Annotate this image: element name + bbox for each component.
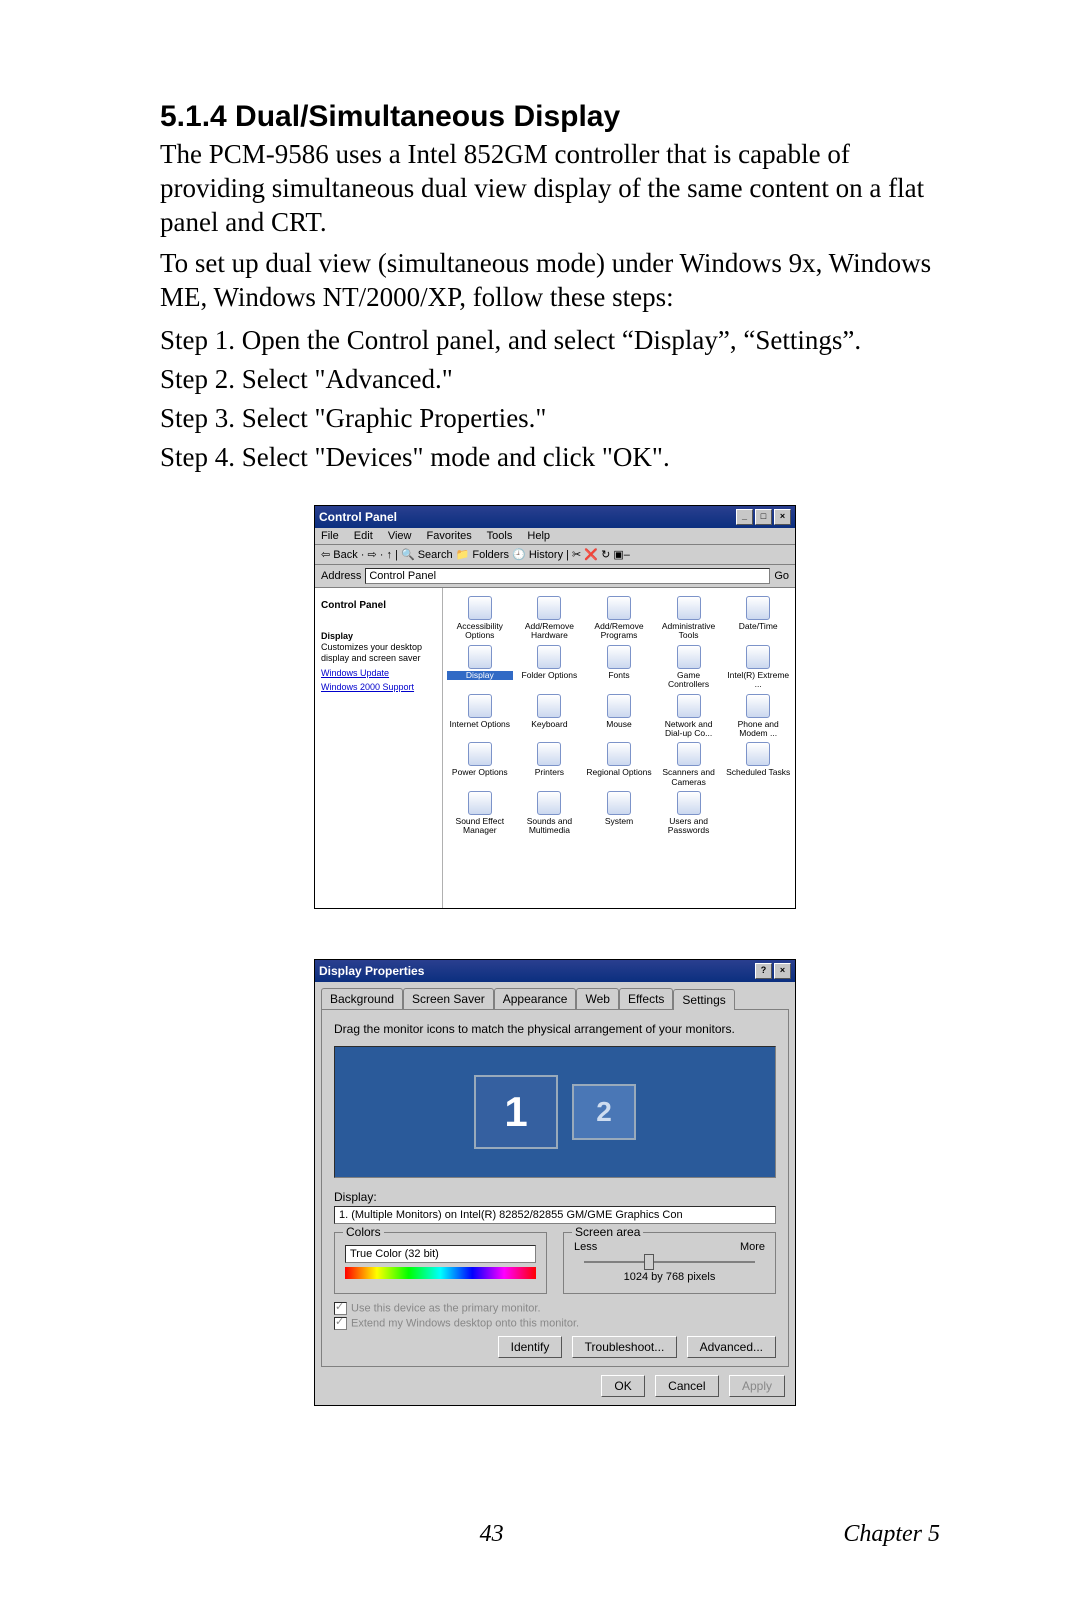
menu-edit[interactable]: Edit	[354, 530, 373, 542]
more-label: More	[740, 1241, 765, 1253]
monitor-1[interactable]: 1	[474, 1075, 558, 1149]
cp-icon[interactable]: Network and Dial-up Co...	[656, 694, 722, 739]
tab-strip: BackgroundScreen SaverAppearanceWebEffec…	[315, 982, 795, 1009]
color-spectrum	[345, 1267, 536, 1279]
cp-icon[interactable]: Power Options	[447, 742, 513, 787]
screen-area-label: Screen area	[572, 1225, 643, 1239]
menu-tools[interactable]: Tools	[487, 530, 513, 542]
primary-monitor-checkbox[interactable]	[334, 1302, 347, 1315]
display-label: Display:	[334, 1190, 776, 1204]
window-title: Control Panel	[319, 510, 397, 524]
maximize-button[interactable]: □	[755, 509, 772, 525]
menu-bar[interactable]: File Edit View Favorites Tools Help	[315, 528, 795, 545]
cancel-button[interactable]: Cancel	[655, 1375, 718, 1397]
close-button[interactable]: ×	[774, 963, 791, 979]
cp-icon[interactable]: Add/Remove Hardware	[517, 596, 583, 641]
link-windows-update[interactable]: Windows Update	[321, 668, 436, 678]
cp-icon[interactable]: Fonts	[586, 645, 652, 690]
section-heading: 5.1.4 Dual/Simultaneous Display	[160, 100, 950, 134]
tab-web[interactable]: Web	[576, 988, 618, 1009]
control-panel-window: Control Panel _ □ × File Edit View Favor…	[314, 505, 796, 909]
resolution-value: 1024 by 768 pixels	[574, 1271, 765, 1283]
step-2: Step 2. Select "Advanced."	[160, 362, 950, 397]
cp-icon[interactable]: Keyboard	[517, 694, 583, 739]
paragraph-2: To set up dual view (simultaneous mode) …	[160, 247, 950, 315]
ok-button[interactable]: OK	[601, 1375, 644, 1397]
cp-icon[interactable]: Mouse	[586, 694, 652, 739]
tab-settings[interactable]: Settings	[673, 989, 734, 1010]
menu-help[interactable]: Help	[527, 530, 550, 542]
cp-icon[interactable]: Intel(R) Extreme ...	[725, 645, 791, 690]
advanced-button[interactable]: Advanced...	[687, 1336, 776, 1358]
menu-file[interactable]: File	[321, 530, 339, 542]
cp-icon[interactable]: Accessibility Options	[447, 596, 513, 641]
cp-icon[interactable]: Add/Remove Programs	[586, 596, 652, 641]
cp-icon[interactable]: Printers	[517, 742, 583, 787]
dialog-title: Display Properties	[319, 964, 424, 978]
icon-grid: Accessibility OptionsAdd/Remove Hardware…	[443, 588, 795, 908]
primary-monitor-label: Use this device as the primary monitor.	[351, 1303, 541, 1315]
cp-icon[interactable]: Regional Options	[586, 742, 652, 787]
cp-icon[interactable]: Date/Time	[725, 596, 791, 641]
tab-screen-saver[interactable]: Screen Saver	[403, 988, 494, 1009]
step-4: Step 4. Select "Devices" mode and click …	[160, 440, 950, 475]
troubleshoot-button[interactable]: Troubleshoot...	[572, 1336, 678, 1358]
link-windows-support[interactable]: Windows 2000 Support	[321, 682, 436, 692]
monitor-2[interactable]: 2	[572, 1084, 636, 1140]
cp-icon[interactable]: Internet Options	[447, 694, 513, 739]
resolution-slider[interactable]	[584, 1261, 755, 1263]
extend-desktop-checkbox[interactable]	[334, 1317, 347, 1330]
go-button[interactable]: Go	[774, 570, 789, 582]
monitor-preview[interactable]: 1 2	[334, 1046, 776, 1178]
cp-icon[interactable]: System	[586, 791, 652, 836]
address-label: Address	[321, 570, 361, 582]
cp-icon[interactable]: Display	[447, 645, 513, 690]
colors-select[interactable]: True Color (32 bit)	[345, 1245, 536, 1263]
display-properties-dialog: Display Properties ? × BackgroundScreen …	[314, 959, 796, 1406]
hint-text: Drag the monitor icons to match the phys…	[334, 1022, 776, 1036]
apply-button[interactable]: Apply	[729, 1375, 785, 1397]
minimize-button[interactable]: _	[736, 509, 753, 525]
menu-favorites[interactable]: Favorites	[427, 530, 472, 542]
cp-icon[interactable]: Sound Effect Manager	[447, 791, 513, 836]
cp-icon[interactable]: Administrative Tools	[656, 596, 722, 641]
step-1: Step 1. Open the Control panel, and sele…	[160, 323, 950, 358]
cp-icon[interactable]: Folder Options	[517, 645, 583, 690]
side-title: Control Panel	[321, 600, 436, 611]
page-number: 43	[480, 1521, 504, 1548]
cp-icon[interactable]: Game Controllers	[656, 645, 722, 690]
side-desc: Customizes your desktop display and scre…	[321, 642, 422, 663]
paragraph-1: The PCM-9586 uses a Intel 852GM controll…	[160, 138, 950, 239]
cp-icon[interactable]: Phone and Modem ...	[725, 694, 791, 739]
display-select[interactable]: 1. (Multiple Monitors) on Intel(R) 82852…	[334, 1206, 776, 1224]
tab-background[interactable]: Background	[321, 988, 403, 1009]
tab-effects[interactable]: Effects	[619, 988, 673, 1009]
toolbar[interactable]: ⇦ Back · ⇨ · ↑ | 🔍 Search 📁 Folders 🕘 Hi…	[315, 545, 795, 565]
help-button[interactable]: ?	[755, 963, 772, 979]
address-field[interactable]: Control Panel	[365, 568, 770, 584]
tab-appearance[interactable]: Appearance	[494, 988, 577, 1009]
cp-icon[interactable]: Sounds and Multimedia	[517, 791, 583, 836]
identify-button[interactable]: Identify	[498, 1336, 563, 1358]
cp-icon[interactable]: Scheduled Tasks	[725, 742, 791, 787]
close-button[interactable]: ×	[774, 509, 791, 525]
cp-icon[interactable]: Users and Passwords	[656, 791, 722, 836]
step-3: Step 3. Select "Graphic Properties."	[160, 401, 950, 436]
chapter-label: Chapter 5	[843, 1521, 940, 1548]
less-label: Less	[574, 1241, 597, 1253]
cp-icon[interactable]: Scanners and Cameras	[656, 742, 722, 787]
menu-view[interactable]: View	[388, 530, 412, 542]
colors-group-label: Colors	[343, 1225, 384, 1239]
side-section: Display	[321, 631, 353, 641]
extend-desktop-label: Extend my Windows desktop onto this moni…	[351, 1318, 579, 1330]
